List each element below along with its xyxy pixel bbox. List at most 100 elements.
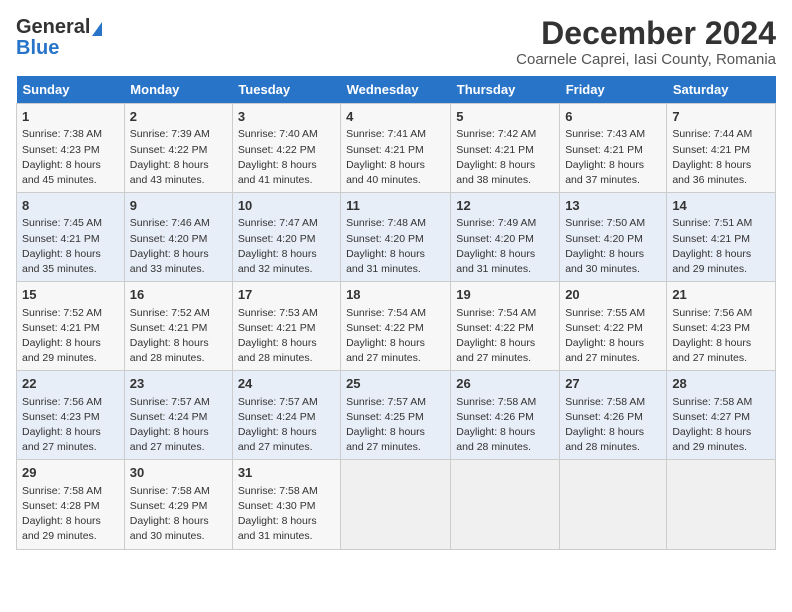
table-row: 27 Sunrise: 7:58 AMSunset: 4:26 PMDayligh… xyxy=(560,371,667,460)
col-sunday: Sunday xyxy=(17,76,125,104)
day-number: 18 xyxy=(346,286,445,304)
day-number: 19 xyxy=(456,286,554,304)
col-thursday: Thursday xyxy=(451,76,560,104)
day-number: 17 xyxy=(238,286,335,304)
day-cell-content: Sunrise: 7:43 AMSunset: 4:21 PMDaylight:… xyxy=(565,127,661,188)
table-row: 3Sunrise: 7:40 AMSunset: 4:22 PMDaylight… xyxy=(232,104,340,193)
day-cell-content: Sunrise: 7:54 AMSunset: 4:22 PMDaylight:… xyxy=(456,306,554,367)
day-cell-content: Sunrise: 7:58 AMSunset: 4:27 PMDaylight:… xyxy=(672,395,770,456)
day-cell-content: Sunrise: 7:57 AMSunset: 4:24 PMDaylight:… xyxy=(238,395,335,456)
table-row: 2Sunrise: 7:39 AMSunset: 4:22 PMDaylight… xyxy=(124,104,232,193)
table-row: 22 Sunrise: 7:56 AMSunset: 4:23 PMDayligh… xyxy=(17,371,125,460)
day-number: 27 xyxy=(565,375,661,393)
col-tuesday: Tuesday xyxy=(232,76,340,104)
day-cell-content: Sunrise: 7:58 AMSunset: 4:29 PMDaylight:… xyxy=(130,484,227,545)
table-row: 11Sunrise: 7:48 AMSunset: 4:20 PMDayligh… xyxy=(341,193,451,282)
day-cell-content: Sunrise: 7:45 AMSunset: 4:21 PMDaylight:… xyxy=(22,216,119,277)
day-number: 11 xyxy=(346,197,445,215)
table-row: 30Sunrise: 7:58 AMSunset: 4:29 PMDayligh… xyxy=(124,460,232,549)
table-row: 26 Sunrise: 7:58 AMSunset: 4:26 PMDayligh… xyxy=(451,371,560,460)
day-number: 29 xyxy=(22,464,119,482)
table-row: 20Sunrise: 7:55 AMSunset: 4:22 PMDayligh… xyxy=(560,282,667,371)
logo-icon xyxy=(92,22,102,36)
col-saturday: Saturday xyxy=(667,76,776,104)
table-row: 14Sunrise: 7:51 AMSunset: 4:21 PMDayligh… xyxy=(667,193,776,282)
table-row: 12Sunrise: 7:49 AMSunset: 4:20 PMDayligh… xyxy=(451,193,560,282)
logo: General Blue xyxy=(16,16,102,60)
day-number: 24 xyxy=(238,375,335,393)
day-cell-content: Sunrise: 7:53 AMSunset: 4:21 PMDaylight:… xyxy=(238,306,335,367)
header: General Blue December 2024 Coarnele Capr… xyxy=(16,16,776,68)
calendar-row: 15Sunrise: 7:52 AMSunset: 4:21 PMDayligh… xyxy=(17,282,776,371)
table-row: 9Sunrise: 7:46 AMSunset: 4:20 PMDaylight… xyxy=(124,193,232,282)
day-number: 7 xyxy=(672,108,770,126)
day-cell-content: Sunrise: 7:39 AMSunset: 4:22 PMDaylight:… xyxy=(130,127,227,188)
day-number: 16 xyxy=(130,286,227,304)
col-friday: Friday xyxy=(560,76,667,104)
day-number: 6 xyxy=(565,108,661,126)
day-number: 8 xyxy=(22,197,119,215)
table-row: 31 Sunrise: 7:58 AMSunset: 4:30 PMDayligh… xyxy=(232,460,340,549)
day-number: 4 xyxy=(346,108,445,126)
day-cell-content: Sunrise: 7:41 AMSunset: 4:21 PMDaylight:… xyxy=(346,127,445,188)
day-cell-content: Sunrise: 7:42 AMSunset: 4:21 PMDaylight:… xyxy=(456,127,554,188)
table-row: 5Sunrise: 7:42 AMSunset: 4:21 PMDaylight… xyxy=(451,104,560,193)
day-cell-content: Sunrise: 7:58 AMSunset: 4:30 PMDaylight:… xyxy=(238,484,335,545)
day-cell-content: Sunrise: 7:40 AMSunset: 4:22 PMDaylight:… xyxy=(238,127,335,188)
day-cell-content: Sunrise: 7:49 AMSunset: 4:20 PMDaylight:… xyxy=(456,216,554,277)
day-number: 23 xyxy=(130,375,227,393)
table-row: 6Sunrise: 7:43 AMSunset: 4:21 PMDaylight… xyxy=(560,104,667,193)
table-row: 18 Sunrise: 7:54 AMSunset: 4:22 PMDayligh… xyxy=(341,282,451,371)
day-cell-content: Sunrise: 7:44 AMSunset: 4:21 PMDaylight:… xyxy=(672,127,770,188)
day-number: 13 xyxy=(565,197,661,215)
day-number: 9 xyxy=(130,197,227,215)
day-number: 31 xyxy=(238,464,335,482)
day-cell-content: Sunrise: 7:52 AMSunset: 4:21 PMDaylight:… xyxy=(130,306,227,367)
table-row: 19 Sunrise: 7:54 AMSunset: 4:22 PMDayligh… xyxy=(451,282,560,371)
table-row: 15Sunrise: 7:52 AMSunset: 4:21 PMDayligh… xyxy=(17,282,125,371)
table-row xyxy=(341,460,451,549)
day-number: 10 xyxy=(238,197,335,215)
day-cell-content: Sunrise: 7:58 AMSunset: 4:26 PMDaylight:… xyxy=(456,395,554,456)
day-cell-content: Sunrise: 7:58 AMSunset: 4:28 PMDaylight:… xyxy=(22,484,119,545)
table-row xyxy=(451,460,560,549)
day-number: 12 xyxy=(456,197,554,215)
table-row: 17 Sunrise: 7:53 AMSunset: 4:21 PMDayligh… xyxy=(232,282,340,371)
day-number: 2 xyxy=(130,108,227,126)
calendar-row: 29 Sunrise: 7:58 AMSunset: 4:28 PMDayligh… xyxy=(17,460,776,549)
col-wednesday: Wednesday xyxy=(341,76,451,104)
day-number: 26 xyxy=(456,375,554,393)
calendar-row: 8Sunrise: 7:45 AMSunset: 4:21 PMDaylight… xyxy=(17,193,776,282)
day-cell-content: Sunrise: 7:54 AMSunset: 4:22 PMDaylight:… xyxy=(346,306,445,367)
table-row: 16 Sunrise: 7:52 AMSunset: 4:21 PMDayligh… xyxy=(124,282,232,371)
day-cell-content: Sunrise: 7:57 AMSunset: 4:24 PMDaylight:… xyxy=(130,395,227,456)
day-cell-content: Sunrise: 7:56 AMSunset: 4:23 PMDaylight:… xyxy=(672,306,770,367)
day-cell-content: Sunrise: 7:38 AMSunset: 4:23 PMDaylight:… xyxy=(22,127,119,188)
col-monday: Monday xyxy=(124,76,232,104)
day-number: 5 xyxy=(456,108,554,126)
day-cell-content: Sunrise: 7:58 AMSunset: 4:26 PMDaylight:… xyxy=(565,395,661,456)
day-cell-content: Sunrise: 7:50 AMSunset: 4:20 PMDaylight:… xyxy=(565,216,661,277)
day-cell-content: Sunrise: 7:46 AMSunset: 4:20 PMDaylight:… xyxy=(130,216,227,277)
day-number: 21 xyxy=(672,286,770,304)
table-row: 1Sunrise: 7:38 AMSunset: 4:23 PMDaylight… xyxy=(17,104,125,193)
day-cell-content: Sunrise: 7:56 AMSunset: 4:23 PMDaylight:… xyxy=(22,395,119,456)
table-row: 21 Sunrise: 7:56 AMSunset: 4:23 PMDayligh… xyxy=(667,282,776,371)
day-number: 3 xyxy=(238,108,335,126)
table-row: 8Sunrise: 7:45 AMSunset: 4:21 PMDaylight… xyxy=(17,193,125,282)
calendar-table: Sunday Monday Tuesday Wednesday Thursday… xyxy=(16,76,776,549)
day-number: 22 xyxy=(22,375,119,393)
table-row: 28 Sunrise: 7:58 AMSunset: 4:27 PMDayligh… xyxy=(667,371,776,460)
table-row: 25Sunrise: 7:57 AMSunset: 4:25 PMDayligh… xyxy=(341,371,451,460)
table-row: 23 Sunrise: 7:57 AMSunset: 4:24 PMDayligh… xyxy=(124,371,232,460)
table-row xyxy=(667,460,776,549)
day-number: 28 xyxy=(672,375,770,393)
logo-general: General xyxy=(16,16,90,39)
day-cell-content: Sunrise: 7:47 AMSunset: 4:20 PMDaylight:… xyxy=(238,216,335,277)
day-cell-content: Sunrise: 7:48 AMSunset: 4:20 PMDaylight:… xyxy=(346,216,445,277)
calendar-title: December 2024 xyxy=(516,16,776,51)
calendar-row: 1Sunrise: 7:38 AMSunset: 4:23 PMDaylight… xyxy=(17,104,776,193)
header-row: Sunday Monday Tuesday Wednesday Thursday… xyxy=(17,76,776,104)
day-number: 14 xyxy=(672,197,770,215)
table-row: 7Sunrise: 7:44 AMSunset: 4:21 PMDaylight… xyxy=(667,104,776,193)
